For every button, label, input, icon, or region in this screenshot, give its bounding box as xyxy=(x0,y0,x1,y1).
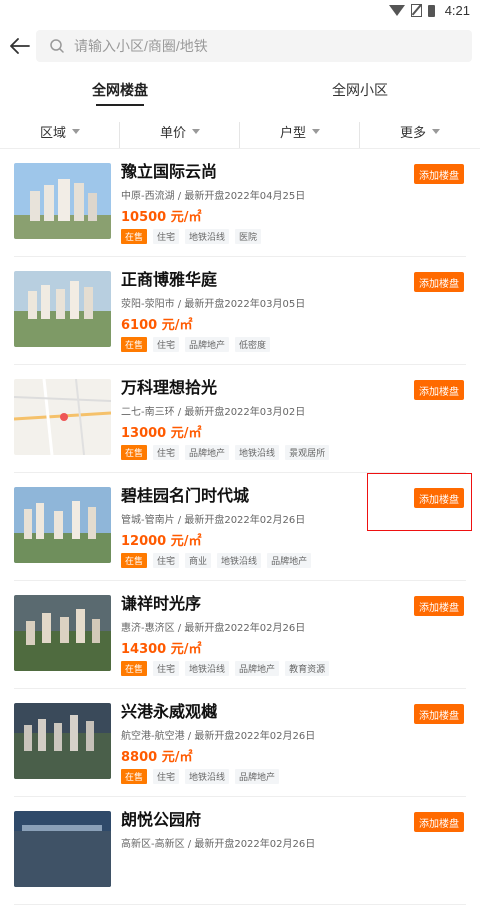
tab-label: 全网小区 xyxy=(332,83,388,99)
search-input[interactable] xyxy=(72,37,436,55)
list-item[interactable]: 豫立国际云尚 中原-西流湖 / 最新开盘2022年04月25日 10500 元/… xyxy=(14,149,466,257)
active-tab-indicator xyxy=(96,104,144,106)
status-icons: 4:21 xyxy=(388,3,470,18)
status-time: 4:21 xyxy=(444,3,470,18)
listing-tag: 品牌地产 xyxy=(185,337,230,352)
listing-thumbnail xyxy=(14,811,111,887)
list-item[interactable]: 朗悦公园府 高新区-高新区 / 最新开盘2022年02月26日 添加楼盘 xyxy=(14,797,466,905)
listing-price: 14300 元/㎡ xyxy=(121,642,202,657)
listing-tag: 住宅 xyxy=(153,229,180,244)
listing-tag: 商业 xyxy=(185,553,212,568)
listing-price: 13000 元/㎡ xyxy=(121,426,202,441)
add-property-button[interactable]: 添加楼盘 xyxy=(414,704,464,724)
filter-label: 更多 xyxy=(399,125,426,141)
list-item[interactable]: 兴港永威观樾 航空港-航空港 / 最新开盘2022年02月26日 8800 元/… xyxy=(14,689,466,797)
listing-thumbnail xyxy=(14,487,111,563)
listing-price: 10500 元/㎡ xyxy=(121,210,202,225)
listing-meta: 荥阳-荥阳市 / 最新开盘2022年03月05日 xyxy=(121,299,306,310)
listing-tag: 品牌地产 xyxy=(185,445,230,460)
add-property-button[interactable]: 添加楼盘 xyxy=(414,164,464,184)
filter-layout[interactable]: 户型 xyxy=(240,121,360,148)
listing-price: 8800 元/㎡ xyxy=(121,750,193,765)
listing-tag: 品牌地产 xyxy=(235,661,280,676)
listing-tag: 品牌地产 xyxy=(267,553,312,568)
listing-name: 正商博雅华庭 xyxy=(121,270,218,289)
listing-tag: 教育资源 xyxy=(285,661,330,676)
listing-name: 朗悦公园府 xyxy=(121,810,202,829)
filter-area[interactable]: 区域 xyxy=(0,121,120,148)
listing-tag: 在售 xyxy=(121,769,148,784)
tab-all-properties[interactable]: 全网楼盘 xyxy=(0,70,240,110)
listing-thumbnail xyxy=(14,595,111,671)
filter-more[interactable]: 更多 xyxy=(360,122,480,141)
listing-meta: 惠济-惠济区 / 最新开盘2022年02月26日 xyxy=(121,623,306,634)
listing-tag: 地铁沿线 xyxy=(185,229,230,244)
listing-tag: 住宅 xyxy=(153,661,180,676)
add-property-button[interactable]: 添加楼盘 xyxy=(414,380,464,400)
caret-down-icon xyxy=(312,128,320,134)
listing-tag: 住宅 xyxy=(153,445,180,460)
add-property-button[interactable]: 添加楼盘 xyxy=(414,272,464,292)
list-item[interactable]: 正商博雅华庭 荥阳-荥阳市 / 最新开盘2022年03月05日 6100 元/㎡… xyxy=(14,257,466,365)
search-icon xyxy=(50,39,64,53)
listing-tag: 地铁沿线 xyxy=(185,769,230,784)
listing-tag: 住宅 xyxy=(153,769,180,784)
listing-tag: 地铁沿线 xyxy=(217,553,262,568)
caret-down-icon xyxy=(72,128,80,134)
listing-tag: 医院 xyxy=(235,229,262,244)
listing-tag: 品牌地产 xyxy=(235,769,280,784)
wifi-icon xyxy=(388,5,405,16)
listing-price: 6100 元/㎡ xyxy=(121,318,193,333)
listing-name: 豫立国际云尚 xyxy=(121,162,218,181)
listing-tag: 地铁沿线 xyxy=(235,445,280,460)
status-bar: 4:21 xyxy=(0,0,480,22)
listing-tag: 在售 xyxy=(121,661,148,676)
listing-tag: 在售 xyxy=(121,553,148,568)
filter-label: 单价 xyxy=(159,125,186,141)
listing-tag: 低密度 xyxy=(235,337,271,352)
no-sim-icon xyxy=(410,4,422,17)
listing-name: 谦祥时光序 xyxy=(121,594,202,613)
filter-unit-price[interactable]: 单价 xyxy=(120,121,240,148)
filter-bar: 区域 单价 户型 更多 xyxy=(0,114,480,149)
tab-all-communities[interactable]: 全网小区 xyxy=(240,70,480,110)
listing-price: 12000 元/㎡ xyxy=(121,534,202,549)
listing-tag: 住宅 xyxy=(153,337,180,352)
listing-meta: 高新区-高新区 / 最新开盘2022年02月26日 xyxy=(121,839,316,850)
listing-thumbnail xyxy=(14,163,111,239)
listing-tag: 在售 xyxy=(121,445,148,460)
listing-thumbnail xyxy=(14,703,111,779)
caret-down-icon xyxy=(192,128,200,134)
listing-tag: 景观居所 xyxy=(285,445,330,460)
tabs: 全网楼盘 全网小区 xyxy=(0,70,480,110)
highlight-box xyxy=(367,473,472,531)
back-button[interactable] xyxy=(2,28,38,64)
listing-tag: 在售 xyxy=(121,229,148,244)
listing-thumbnail xyxy=(14,379,111,455)
search-bar[interactable] xyxy=(36,30,472,62)
listing-meta: 中原-西流湖 / 最新开盘2022年04月25日 xyxy=(121,191,306,202)
arrow-left-icon xyxy=(10,38,30,54)
caret-down-icon xyxy=(432,128,440,134)
listing-name: 兴港永威观樾 xyxy=(121,702,218,721)
listing-meta: 航空港-航空港 / 最新开盘2022年02月26日 xyxy=(121,731,316,742)
header xyxy=(0,22,480,70)
list-item[interactable]: 万科理想拾光 二七-南三环 / 最新开盘2022年03月02日 13000 元/… xyxy=(14,365,466,473)
tab-label: 全网楼盘 xyxy=(92,83,148,99)
filter-label: 户型 xyxy=(279,125,306,141)
filter-label: 区域 xyxy=(39,125,66,141)
add-property-button[interactable]: 添加楼盘 xyxy=(414,596,464,616)
listing-tag: 住宅 xyxy=(153,553,180,568)
listing-meta: 二七-南三环 / 最新开盘2022年03月02日 xyxy=(121,407,306,418)
list-item[interactable]: 谦祥时光序 惠济-惠济区 / 最新开盘2022年02月26日 14300 元/㎡… xyxy=(14,581,466,689)
listing-name: 万科理想拾光 xyxy=(121,378,218,397)
listing-thumbnail xyxy=(14,271,111,347)
listing-tag: 地铁沿线 xyxy=(185,661,230,676)
add-property-button[interactable]: 添加楼盘 xyxy=(414,812,464,832)
battery-icon xyxy=(427,4,435,17)
listing-tag: 在售 xyxy=(121,337,148,352)
